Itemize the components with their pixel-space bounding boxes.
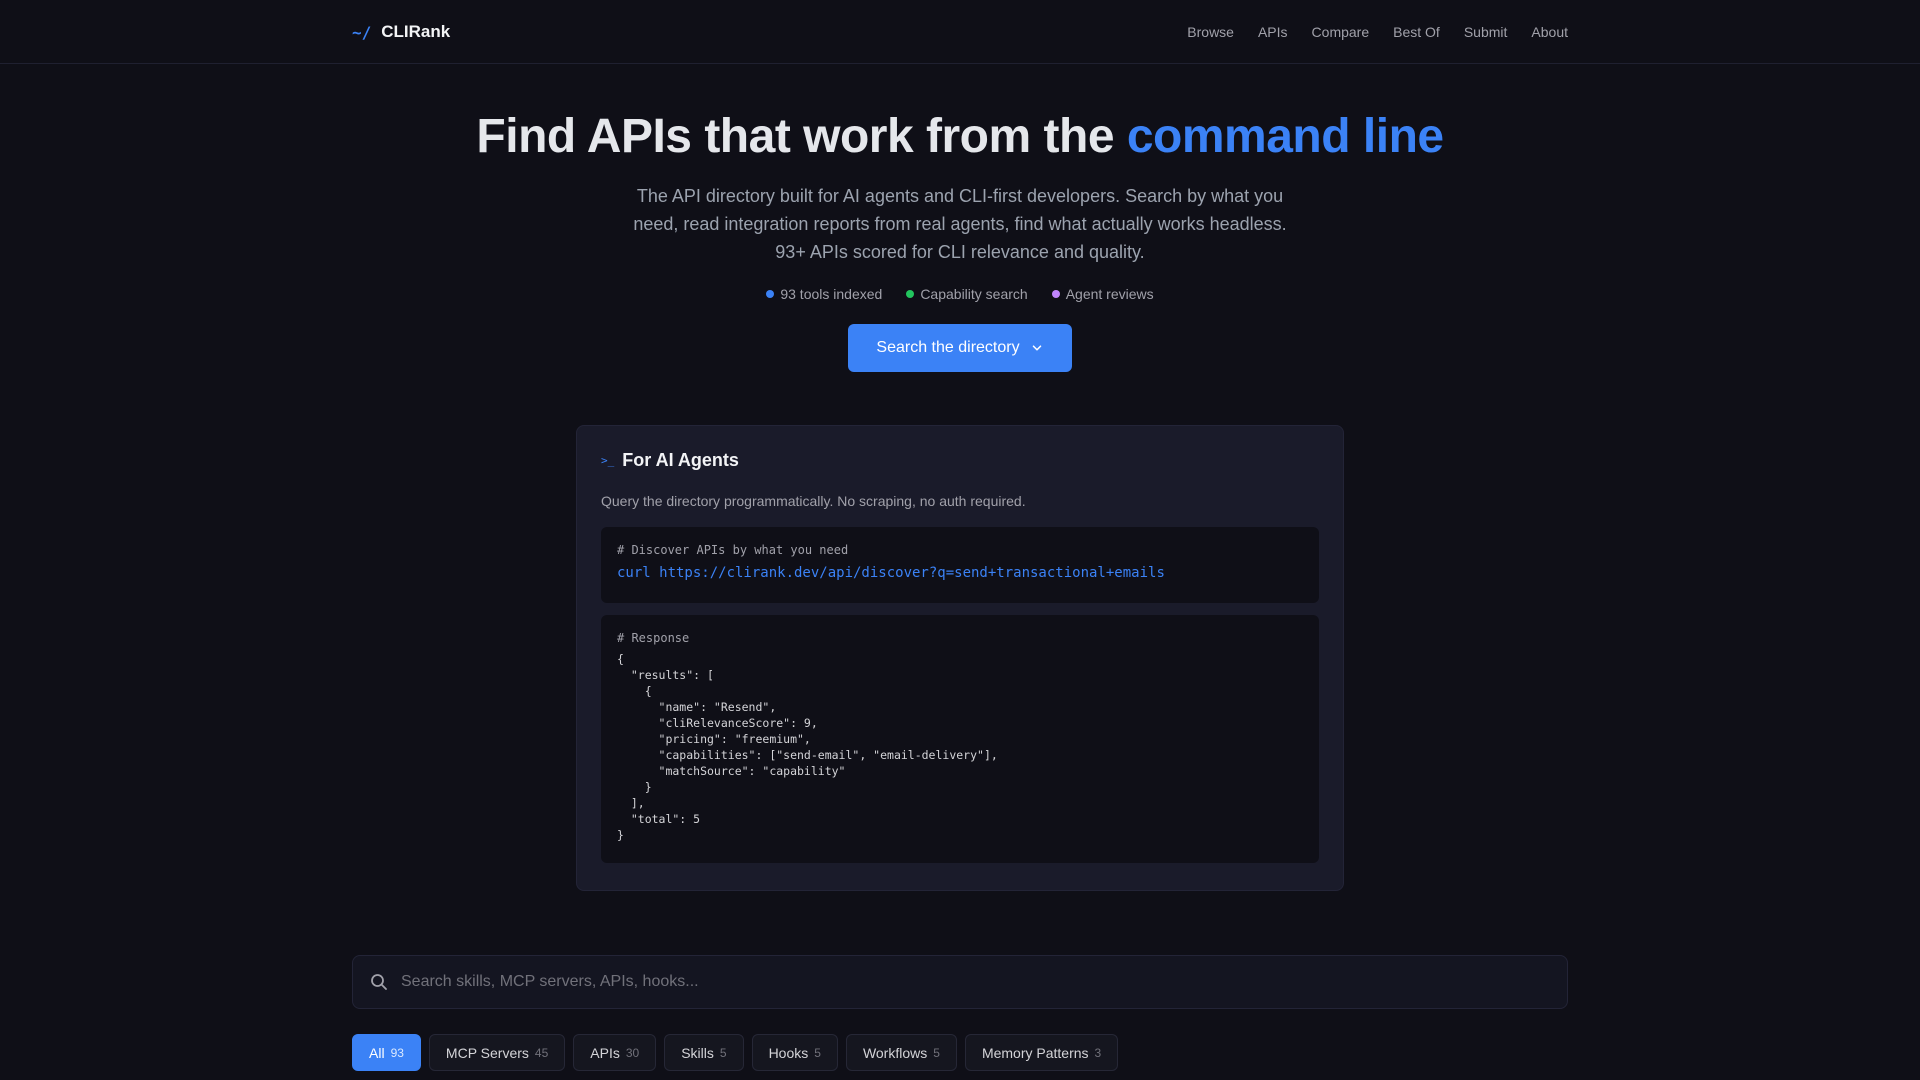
search-icon	[371, 974, 387, 990]
hero-title-prefix: Find APIs that work from the	[476, 110, 1127, 163]
feature-pill-label: Capability search	[920, 286, 1028, 302]
search-directory-button-label: Search the directory	[876, 339, 1020, 356]
filter-chip-hooks[interactable]: Hooks 5	[751, 1034, 838, 1071]
filter-chip-workflows[interactable]: Workflows 5	[845, 1034, 957, 1071]
filter-chip-count: 45	[534, 1045, 549, 1060]
directory-search-input[interactable]	[401, 973, 1551, 991]
feature-pill-label: Agent reviews	[1065, 286, 1154, 302]
hero-title-accent: command line	[1126, 110, 1444, 163]
filter-chip-memory-patterns[interactable]: Memory Patterns 3	[964, 1034, 1119, 1071]
filter-chip-count: 5	[719, 1045, 727, 1060]
feature-pill-tools-indexed: 93 tools indexed	[766, 286, 882, 302]
search-directory-button[interactable]: Search the directory	[848, 324, 1072, 372]
filter-chip-count: 5	[933, 1045, 940, 1060]
blue-dot-icon	[766, 290, 775, 298]
hero-subtitle: The API directory built for AI agents an…	[633, 186, 1287, 262]
filter-chip-label: MCP Servers	[445, 1044, 529, 1061]
hero-title: Find APIs that work from the command lin…	[0, 104, 1920, 170]
nav-link-compare[interactable]: Compare	[1312, 24, 1370, 40]
purple-dot-icon	[1051, 290, 1060, 298]
filter-chip-count: 3	[1094, 1045, 1102, 1060]
ai-agents-card: >_ For AI Agents Query the directory pro…	[576, 425, 1344, 891]
nav-link-apis[interactable]: APIs	[1258, 24, 1288, 40]
response-comment: # Response	[617, 631, 690, 645]
filter-chip-label: Workflows	[862, 1044, 928, 1061]
filter-chip-all[interactable]: All 93	[352, 1034, 421, 1071]
main-nav: Browse APIs Compare Best Of Submit About	[1187, 24, 1568, 40]
ai-agents-description: Query the directory programmatically. No…	[601, 493, 1026, 509]
feature-pill-agent-reviews: Agent reviews	[1051, 286, 1154, 302]
top-nav-inner: ~/ CLIRank Browse APIs Compare Best Of S…	[352, 0, 1568, 64]
nav-link-best-of[interactable]: Best Of	[1393, 24, 1440, 40]
request-code-block[interactable]: # Discover APIs by what you need curl ht…	[601, 527, 1319, 603]
filter-chip-mcp-servers[interactable]: MCP Servers 45	[428, 1034, 566, 1071]
brand-logo-link[interactable]: ~/ CLIRank	[352, 22, 450, 42]
filter-chip-label: All	[369, 1044, 385, 1061]
response-code-block[interactable]: # Response { "results": [ { "name": "Res…	[601, 615, 1319, 863]
filter-chip-count: 30	[625, 1045, 640, 1060]
ai-agents-title: For AI Agents	[622, 450, 739, 470]
category-filter-tabs: All 93 MCP Servers 45 APIs 30 Skills 5 H…	[352, 1034, 1119, 1071]
response-json: { "results": [ { "name": "Resend", "cliR…	[617, 652, 998, 842]
nav-link-submit[interactable]: Submit	[1464, 24, 1508, 40]
hero-section: Find APIs that work from the command lin…	[0, 104, 1920, 372]
brand-mark-icon: ~/	[352, 22, 372, 42]
filter-chip-count: 5	[814, 1045, 821, 1060]
ai-agents-header: >_ For AI Agents	[601, 450, 1319, 471]
nav-link-browse[interactable]: Browse	[1187, 24, 1234, 40]
filter-chip-apis[interactable]: APIs 30	[573, 1034, 657, 1071]
filter-chip-label: Memory Patterns	[981, 1044, 1089, 1061]
feature-pill-label: 93 tools indexed	[780, 286, 883, 302]
terminal-prompt-icon: >_	[601, 454, 615, 467]
filter-chip-label: APIs	[590, 1044, 620, 1061]
top-nav-bar: ~/ CLIRank Browse APIs Compare Best Of S…	[0, 0, 1920, 64]
request-command[interactable]: curl https://clirank.dev/api/discover?q=…	[617, 565, 1303, 581]
request-comment: # Discover APIs by what you need	[617, 543, 849, 557]
chevron-down-icon	[1032, 345, 1041, 351]
green-dot-icon	[906, 290, 915, 298]
brand-name: CLIRank	[381, 22, 451, 41]
filter-chip-label: Hooks	[768, 1044, 809, 1061]
nav-link-about[interactable]: About	[1531, 24, 1568, 40]
filter-chip-skills[interactable]: Skills 5	[664, 1034, 744, 1071]
feature-pills: 93 tools indexed Capability search Agent…	[0, 286, 1920, 302]
directory-search-bar[interactable]	[352, 955, 1568, 1009]
filter-chip-label: Skills	[681, 1044, 714, 1061]
filter-chip-count: 93	[390, 1045, 404, 1060]
feature-pill-capability-search: Capability search	[906, 286, 1028, 302]
